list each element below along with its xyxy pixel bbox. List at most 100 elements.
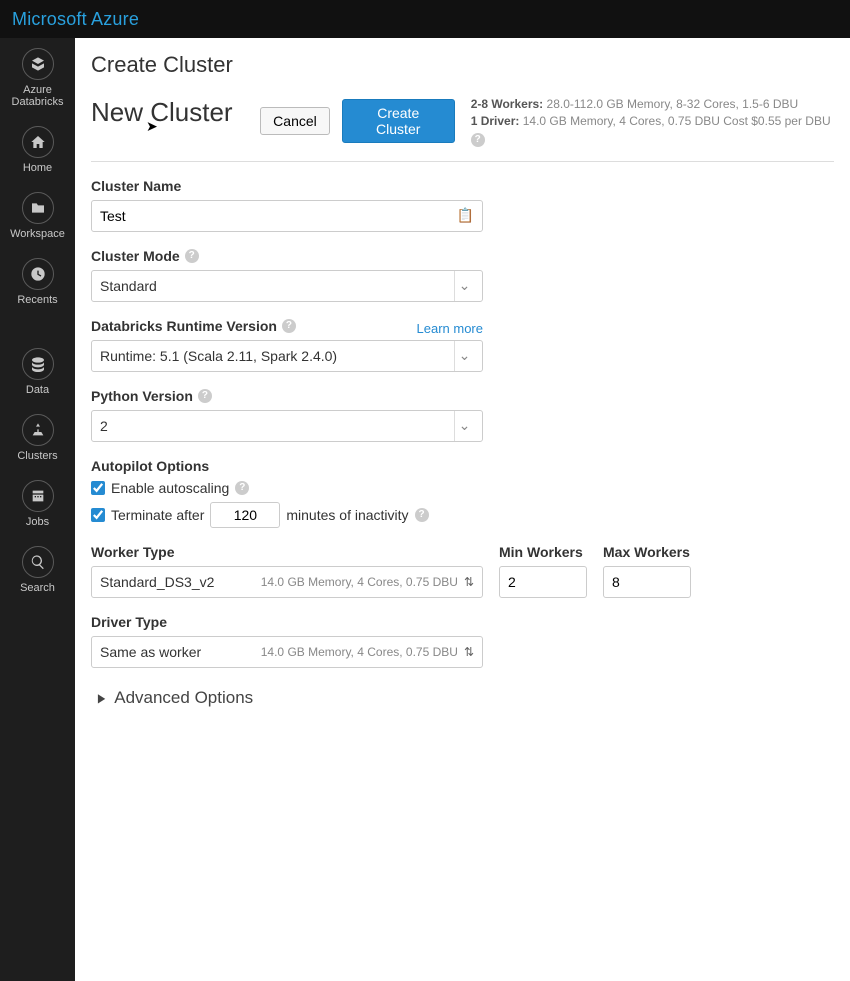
sidebar-item-label: Data [26, 384, 49, 396]
sidebar-item-label: Workspace [10, 228, 65, 240]
python-version-select[interactable]: 2 ⌄ [91, 410, 483, 442]
page-title: Create Cluster [91, 52, 834, 78]
sidebar-item-recents[interactable]: Recents [0, 258, 75, 306]
main-content: Create Cluster New Cluster ➤ Cancel Crea… [75, 38, 850, 981]
updown-icon: ⇅ [464, 645, 474, 659]
help-icon[interactable]: ? [415, 508, 429, 522]
form-heading: New Cluster [91, 97, 233, 127]
cluster-form: Cluster Name 📋 Cluster Mode ? Standard ⌄ [91, 178, 834, 708]
cluster-mode-value: Standard [100, 278, 157, 294]
summary-driver-detail: 14.0 GB Memory, 4 Cores, 0.75 DBU Cost $… [523, 114, 831, 128]
max-workers-label: Max Workers [603, 544, 691, 560]
brand-logo: Microsoft Azure [12, 9, 139, 30]
python-version-label-text: Python Version [91, 388, 193, 404]
enable-autoscaling-checkbox[interactable] [91, 481, 105, 495]
chevron-down-icon: ⌄ [454, 271, 474, 301]
clipboard-icon[interactable]: 📋 [457, 207, 474, 224]
cluster-name-row: Cluster Name 📋 [91, 178, 834, 232]
cluster-name-input[interactable] [100, 208, 457, 224]
cluster-icon [30, 422, 46, 438]
home-icon [30, 134, 46, 150]
driver-type-value: Same as worker [100, 644, 201, 660]
sidebar-item-label: Azure Databricks [0, 84, 75, 108]
search-icon [30, 554, 46, 570]
sidebar-item-label: Recents [17, 294, 57, 306]
cluster-mode-select[interactable]: Standard ⌄ [91, 270, 483, 302]
worker-type-meta: 14.0 GB Memory, 4 Cores, 0.75 DBU [261, 575, 458, 589]
cluster-mode-row: Cluster Mode ? Standard ⌄ [91, 248, 834, 302]
chevron-down-icon: ⌄ [454, 411, 474, 441]
runtime-value: Runtime: 5.1 (Scala 2.11, Spark 2.4.0) [100, 348, 337, 364]
min-workers-col: Min Workers [499, 544, 587, 598]
autopilot-label: Autopilot Options [91, 458, 834, 474]
clock-icon [30, 266, 46, 282]
cluster-name-label: Cluster Name [91, 178, 834, 194]
cluster-mode-label-text: Cluster Mode [91, 248, 180, 264]
runtime-label-text: Databricks Runtime Version [91, 318, 277, 334]
max-workers-input[interactable] [603, 566, 691, 598]
autopilot-row: Autopilot Options Enable autoscaling ? T… [91, 458, 834, 528]
create-cluster-button[interactable]: Create Cluster [342, 99, 455, 143]
driver-type-label: Driver Type [91, 614, 834, 630]
topbar: Microsoft Azure [0, 0, 850, 38]
runtime-learn-more-link[interactable]: Learn more [417, 321, 483, 336]
sidebar-item-home[interactable]: Home [0, 126, 75, 174]
sidebar: Azure Databricks Home Workspace Recents … [0, 38, 75, 981]
python-version-row: Python Version ? 2 ⌄ [91, 388, 834, 442]
worker-type-select[interactable]: Standard_DS3_v2 14.0 GB Memory, 4 Cores,… [91, 566, 483, 598]
python-version-label: Python Version ? [91, 388, 834, 404]
max-workers-col: Max Workers [603, 544, 691, 598]
folder-icon [30, 200, 46, 216]
advanced-options-label: Advanced Options [114, 688, 253, 708]
advanced-options-toggle[interactable]: ▶ Advanced Options [97, 688, 834, 708]
python-version-value: 2 [100, 418, 108, 434]
min-workers-input[interactable] [499, 566, 587, 598]
sidebar-item-label: Home [23, 162, 52, 174]
runtime-label: Databricks Runtime Version ? [91, 318, 296, 334]
updown-icon: ⇅ [464, 575, 474, 589]
cancel-button[interactable]: Cancel [260, 107, 330, 135]
runtime-row: Databricks Runtime Version ? Learn more … [91, 318, 483, 372]
sidebar-item-azure-databricks[interactable]: Azure Databricks [0, 48, 75, 108]
summary-workers-label: 2-8 Workers: [471, 97, 543, 111]
calendar-icon [30, 488, 46, 504]
worker-type-label: Worker Type [91, 544, 483, 560]
help-icon[interactable]: ? [185, 249, 199, 263]
sidebar-item-clusters[interactable]: Clusters [0, 414, 75, 462]
help-icon[interactable]: ? [282, 319, 296, 333]
help-icon[interactable]: ? [471, 133, 485, 147]
terminate-prefix: Terminate after [111, 507, 204, 523]
triangle-right-icon: ▶ [98, 691, 105, 705]
runtime-select[interactable]: Runtime: 5.1 (Scala 2.11, Spark 2.4.0) ⌄ [91, 340, 483, 372]
database-icon [30, 356, 46, 372]
driver-type-meta: 14.0 GB Memory, 4 Cores, 0.75 DBU [261, 645, 458, 659]
sidebar-item-label: Clusters [17, 450, 57, 462]
enable-autoscaling-row: Enable autoscaling ? [91, 480, 834, 496]
worker-type-value: Standard_DS3_v2 [100, 574, 214, 590]
terminate-after-row: Terminate after minutes of inactivity ? [91, 502, 834, 528]
min-workers-label: Min Workers [499, 544, 587, 560]
worker-type-row: Worker Type Standard_DS3_v2 14.0 GB Memo… [91, 544, 834, 598]
terminate-minutes-input[interactable] [210, 502, 280, 528]
help-icon[interactable]: ? [198, 389, 212, 403]
help-icon[interactable]: ? [235, 481, 249, 495]
sidebar-item-workspace[interactable]: Workspace [0, 192, 75, 240]
chevron-down-icon: ⌄ [454, 341, 474, 371]
summary-driver-label: 1 Driver: [471, 114, 520, 128]
cluster-mode-label: Cluster Mode ? [91, 248, 834, 264]
terminate-after-checkbox[interactable] [91, 508, 105, 522]
sidebar-item-label: Jobs [26, 516, 49, 528]
databricks-icon [30, 56, 46, 72]
cluster-name-input-wrap: 📋 [91, 200, 483, 232]
sidebar-item-label: Search [20, 582, 55, 594]
terminate-suffix: minutes of inactivity [286, 507, 408, 523]
summary-workers-detail: 28.0-112.0 GB Memory, 8-32 Cores, 1.5-6 … [547, 97, 799, 111]
driver-type-select[interactable]: Same as worker 14.0 GB Memory, 4 Cores, … [91, 636, 483, 668]
sidebar-item-search[interactable]: Search [0, 546, 75, 594]
sidebar-item-data[interactable]: Data [0, 348, 75, 396]
header-row: New Cluster ➤ Cancel Create Cluster 2-8 … [91, 96, 834, 162]
cluster-summary: 2-8 Workers: 28.0-112.0 GB Memory, 8-32 … [471, 96, 834, 147]
sidebar-item-jobs[interactable]: Jobs [0, 480, 75, 528]
driver-type-row: Driver Type Same as worker 14.0 GB Memor… [91, 614, 834, 668]
enable-autoscaling-label: Enable autoscaling [111, 480, 229, 496]
